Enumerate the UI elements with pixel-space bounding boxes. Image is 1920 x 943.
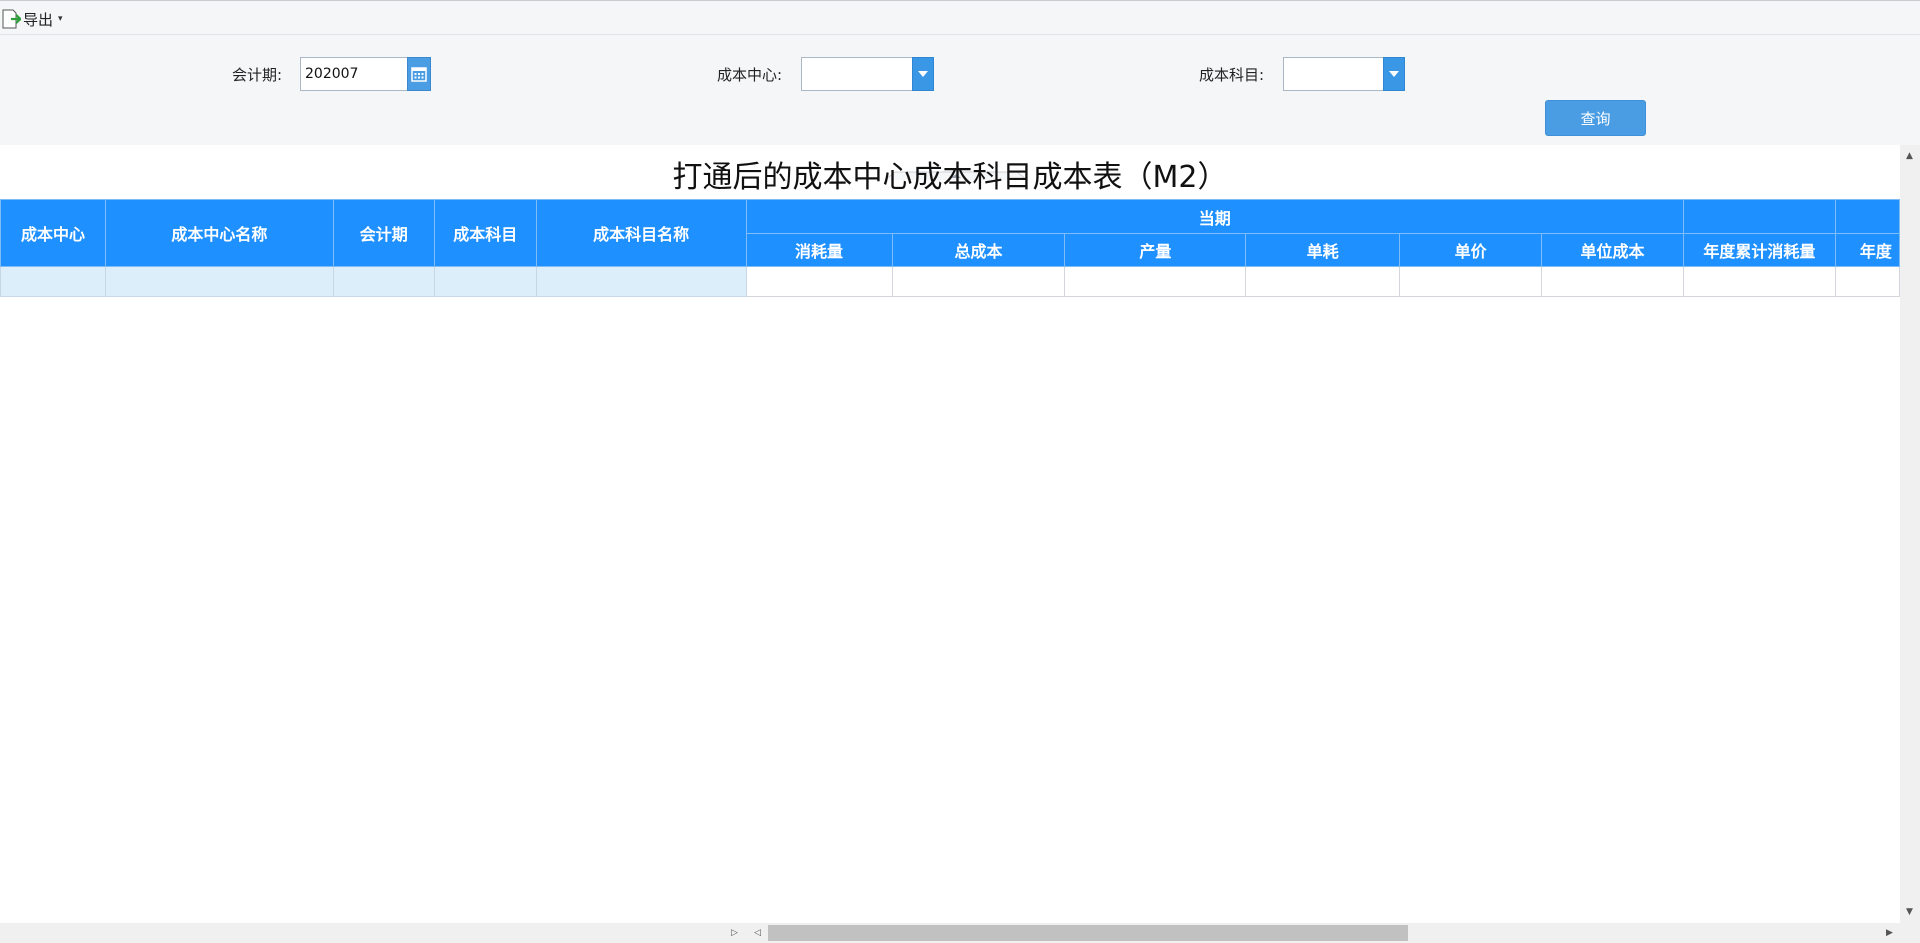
period-label: 会计期: [232,66,283,84]
table-cell[interactable] [535,266,747,297]
filter-panel: 会计期: 202007 成本中心: 成本科目: 查询 [0,35,1920,180]
vertical-scrollbar[interactable]: ▲ ▼ [1900,145,1920,923]
toolbar: 导出 ▾ [0,0,1920,35]
column-header-output[interactable]: 产量 [1064,233,1247,267]
column-header-total-cost[interactable]: 总成本 [891,233,1066,267]
scroll-up-icon[interactable]: ▲ [1906,151,1913,161]
scroll-left-icon[interactable]: ◁ [754,928,761,938]
table-cell[interactable] [1399,266,1543,297]
cost-item-select[interactable] [1283,57,1384,91]
scroll-right-icon[interactable]: ▶ [1886,928,1893,938]
table-cell[interactable] [1834,266,1900,297]
table-row[interactable] [0,266,1900,297]
table-cell[interactable] [0,266,106,297]
cost-center-label: 成本中心: [717,66,783,84]
calendar-icon [411,67,427,82]
chevron-down-icon: ▾ [58,14,63,24]
export-button[interactable]: 导出 ▾ [2,8,63,30]
column-header-cost-center-name[interactable]: 成本中心名称 [104,199,334,267]
column-header-unit-price[interactable]: 单价 [1399,233,1543,267]
scroll-left-frozen-icon[interactable]: ▷ [731,928,738,938]
cost-item-label: 成本科目: [1199,66,1265,84]
report-table: 成本中心 成本中心名称 会计期 成本科目 成本科目名称 当期 消耗量 总成本 产… [0,199,1900,297]
cost-item-dropdown-button[interactable] [1383,57,1405,91]
column-group-annual-2 [1834,199,1900,234]
column-header-unit-cost[interactable]: 单位成本 [1541,233,1684,267]
chevron-down-icon [918,71,928,77]
chevron-down-icon [1389,71,1399,77]
table-cell[interactable] [1541,266,1684,297]
cost-center-select[interactable] [801,57,913,91]
table-cell[interactable] [104,266,334,297]
calendar-button[interactable] [407,57,431,91]
column-header-period[interactable]: 会计期 [332,199,435,267]
column-header-cost-item[interactable]: 成本科目 [433,199,537,267]
table-cell[interactable] [1682,266,1836,297]
table-cell[interactable] [332,266,435,297]
export-icon [2,9,21,29]
column-group-current-period: 当期 [745,199,1684,234]
column-header-cost-item-name[interactable]: 成本科目名称 [535,199,747,267]
scroll-down-icon[interactable]: ▼ [1906,907,1913,917]
column-header-annual-consumption[interactable]: 年度累计消耗量 [1682,233,1836,267]
column-header-annual[interactable]: 年度 [1834,233,1900,267]
cost-center-dropdown-button[interactable] [912,57,934,91]
export-label: 导出 [23,10,54,29]
horizontal-scroll-thumb[interactable] [768,925,1408,941]
table-cell[interactable] [1064,266,1247,297]
column-header-consumption[interactable]: 消耗量 [745,233,893,267]
column-header-unit-consumption[interactable]: 单耗 [1245,233,1401,267]
table-cell[interactable] [1245,266,1401,297]
report-title: 打通后的成本中心成本科目成本表（M2） [672,160,1228,195]
table-cell[interactable] [891,266,1066,297]
table-cell[interactable] [433,266,537,297]
column-group-annual [1682,199,1836,234]
table-cell[interactable] [745,266,893,297]
column-header-cost-center[interactable]: 成本中心 [0,199,106,267]
period-input[interactable]: 202007 [300,57,408,91]
query-button[interactable]: 查询 [1545,100,1646,136]
